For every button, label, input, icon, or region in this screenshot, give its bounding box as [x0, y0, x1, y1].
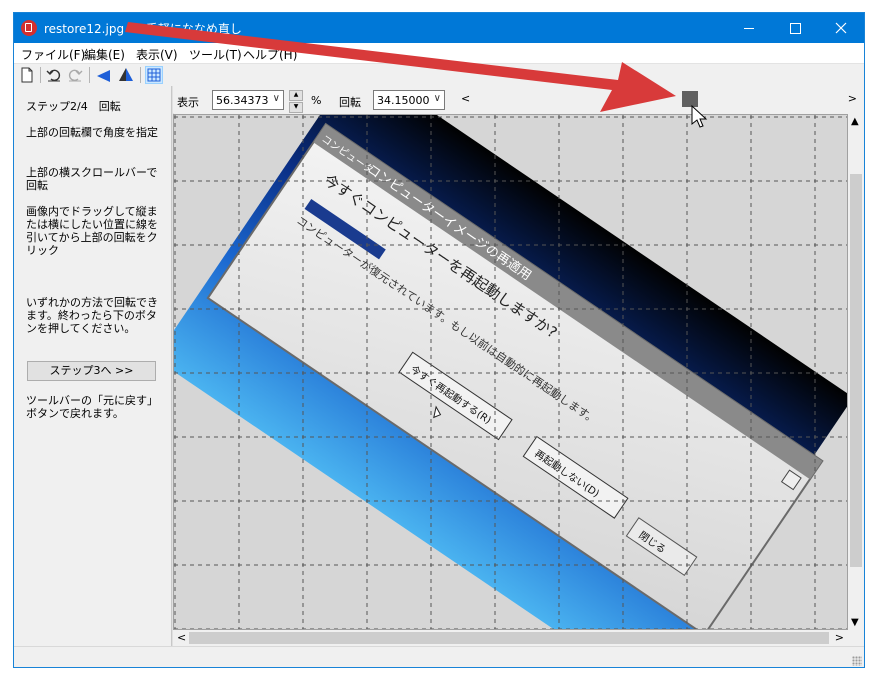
close-icon	[835, 22, 847, 34]
image-canvas[interactable]: コンピューターイメージの再適用 コンピュータ 今すぐコンピューターを再起動します…	[173, 114, 848, 630]
zoom-label: 表示	[177, 96, 199, 109]
flip-horizontal-button[interactable]	[95, 66, 113, 84]
undo-icon	[46, 69, 61, 82]
rotated-photo: コンピューターイメージの再適用 コンピュータ 今すぐコンピューターを再起動します…	[174, 115, 847, 629]
menu-bar: ファイル(F) 編集(E) 表示(V) ツール(T) ヘルプ(H)	[14, 43, 864, 63]
canvas-svg: コンピューターイメージの再適用 コンピュータ 今すぐコンピューターを再起動します…	[174, 115, 847, 629]
rotation-scrollbar[interactable]: < >	[459, 91, 859, 107]
rotation-scroll-thumb[interactable]	[682, 91, 698, 107]
scroll-right-icon[interactable]: >	[848, 92, 857, 105]
new-button[interactable]	[18, 66, 36, 84]
toolbar-separator	[40, 67, 41, 83]
scroll-down-icon[interactable]: ▼	[851, 617, 859, 628]
flip-horizontal-icon	[97, 70, 110, 82]
app-icon	[21, 20, 37, 36]
instruction-drag: 画像内でドラッグして縦または横にしたい位置に線を引いてから上部の回転をクリック	[26, 205, 158, 257]
instruction-finish: いずれかの方法で回転できます。終わったら下のボタンを押してください。	[26, 296, 158, 335]
app-window: restore12.jpg * - 手軽にななめ直し ファイル(F) 編集(E)…	[13, 12, 865, 668]
rotate-label: 回転	[339, 96, 361, 109]
menu-tools[interactable]: ツール(T)	[189, 46, 242, 63]
window-title: restore12.jpg * - 手軽にななめ直し	[44, 22, 242, 36]
instruction-angle: 上部の回転欄で角度を指定	[26, 126, 158, 139]
redo-icon	[68, 69, 83, 82]
minimize-button[interactable]	[726, 13, 772, 43]
chevron-down-icon: ∨	[272, 93, 280, 104]
maximize-button[interactable]	[772, 13, 818, 43]
spin-up-icon[interactable]: ▲	[289, 90, 303, 101]
maximize-icon	[790, 23, 801, 34]
flip-vertical-icon	[119, 68, 133, 81]
undo-tip: ツールバーの「元に戻す」ボタンで戻れます。	[26, 394, 158, 420]
chevron-down-icon: ∨	[433, 93, 441, 104]
new-file-icon	[21, 67, 33, 83]
menu-file[interactable]: ファイル(F)	[21, 46, 85, 63]
scroll-right-icon[interactable]: >	[835, 631, 844, 644]
close-button[interactable]	[818, 13, 864, 43]
horizontal-scrollbar[interactable]: < >	[173, 630, 848, 646]
grid-icon	[147, 68, 161, 82]
next-step-button[interactable]: ステップ3へ >>	[27, 361, 156, 381]
instruction-scrollbar: 上部の横スクロールバーで回転	[26, 166, 158, 192]
toolbar-separator	[140, 67, 141, 83]
redo-button[interactable]	[66, 66, 84, 84]
toolbar	[14, 63, 864, 86]
instruction-panel: ステップ2/4 回転 上部の回転欄で角度を指定 上部の横スクロールバーで回転 画…	[14, 86, 171, 657]
horizontal-scroll-thumb[interactable]	[189, 632, 829, 644]
scroll-left-icon[interactable]: <	[177, 631, 186, 644]
vertical-scroll-thumb[interactable]	[850, 174, 862, 567]
menu-view[interactable]: 表示(V)	[136, 46, 178, 63]
grid-toggle-button[interactable]	[145, 66, 163, 84]
control-bar: 表示 56.343739 ∨ ▲ ▼ % 回転 34.150002 ∨ < >	[173, 86, 864, 113]
resize-grip-icon[interactable]	[852, 656, 862, 666]
vertical-scrollbar[interactable]: ▲ ▼	[848, 114, 864, 630]
scroll-up-icon[interactable]: ▲	[851, 116, 859, 127]
menu-edit[interactable]: 編集(E)	[84, 46, 125, 63]
undo-button[interactable]	[45, 66, 63, 84]
flip-vertical-button[interactable]	[117, 66, 135, 84]
minimize-icon	[744, 28, 754, 29]
zoom-value: 56.343739	[216, 94, 268, 107]
status-bar	[14, 646, 864, 667]
percent-label: %	[311, 94, 322, 107]
toolbar-separator	[89, 67, 90, 83]
step-title: ステップ2/4 回転	[26, 100, 121, 113]
scroll-left-icon[interactable]: <	[461, 92, 470, 105]
spin-down-icon[interactable]: ▼	[289, 102, 303, 113]
rotate-value: 34.150002	[377, 94, 429, 107]
menu-help[interactable]: ヘルプ(H)	[243, 46, 297, 63]
rotate-combobox[interactable]: 34.150002 ∨	[373, 90, 445, 110]
zoom-spinner[interactable]: ▲ ▼	[289, 90, 303, 113]
title-bar[interactable]: restore12.jpg * - 手軽にななめ直し	[14, 13, 864, 43]
zoom-combobox[interactable]: 56.343739 ∨	[212, 90, 284, 110]
